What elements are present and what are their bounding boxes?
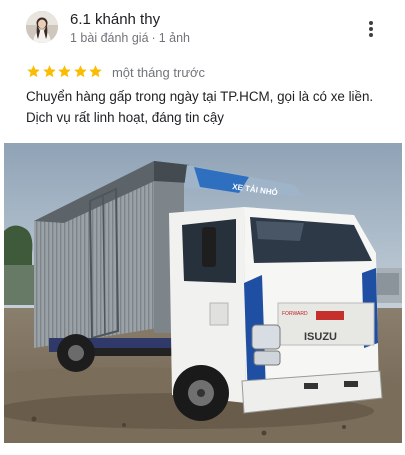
star-rating	[26, 63, 104, 81]
star-icon	[73, 65, 87, 78]
truck-photo: XE TẢI NHỎ ISUZU FORWARD	[4, 143, 402, 443]
reviews-count: 1 bài đánh giá	[70, 31, 149, 45]
avatar[interactable]	[26, 11, 58, 43]
photos-count: 1 ảnh	[158, 31, 190, 45]
author-meta: 1 bài đánh giá · 1 ảnh	[70, 31, 190, 45]
rating-row: một tháng trước	[26, 63, 205, 81]
review-time: một tháng trước	[111, 64, 206, 80]
star-icon	[42, 65, 56, 78]
review-header: 6.1 khánh thy 1 bài đánh giá · 1 ảnh	[26, 11, 386, 47]
star-icon	[58, 65, 71, 78]
grille-model-text: FORWARD	[282, 311, 308, 317]
star-icon	[89, 65, 102, 78]
review-photo[interactable]: XE TẢI NHỎ ISUZU FORWARD	[4, 143, 402, 443]
review-card: 6.1 khánh thy 1 bài đánh giá · 1 ảnh một t…	[0, 0, 405, 455]
meta-separator: ·	[151, 31, 156, 45]
author-name[interactable]: 6.1 khánh thy	[70, 11, 160, 28]
review-text: Chuyển hàng gấp trong ngày tại TP.HCM, g…	[26, 89, 374, 125]
grille-brand-text: ISUZU	[304, 331, 337, 343]
star-icon	[27, 65, 40, 78]
more-vert-icon[interactable]	[364, 19, 378, 39]
